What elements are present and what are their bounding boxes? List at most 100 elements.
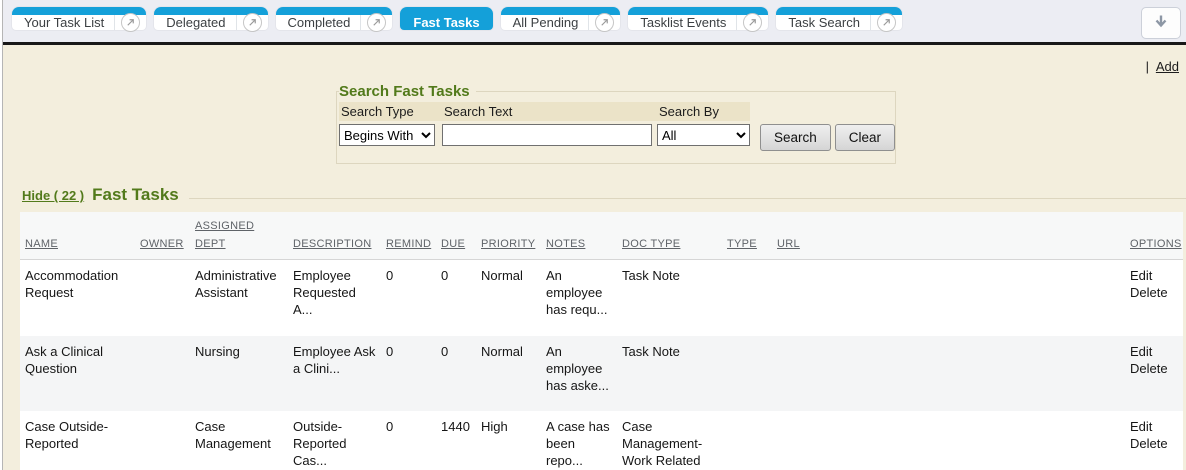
cell-options: Edit Delete bbox=[1125, 260, 1183, 336]
app-root: Your Task List Delegated Completed bbox=[3, 0, 1186, 470]
delete-link[interactable]: Delete bbox=[1130, 435, 1178, 452]
cell-remind: 0 bbox=[381, 411, 436, 470]
cell-remind: 0 bbox=[381, 260, 436, 336]
tab-popout-button[interactable] bbox=[588, 15, 620, 30]
more-tabs-button[interactable] bbox=[1141, 7, 1181, 39]
tab-label: Completed bbox=[276, 15, 361, 30]
cell-due: 0 bbox=[436, 260, 476, 336]
cell-options: Edit Delete bbox=[1125, 336, 1183, 411]
search-text-input[interactable] bbox=[442, 124, 652, 146]
cell-type bbox=[722, 336, 772, 411]
tab-label: Fast Tasks bbox=[400, 15, 492, 30]
table-row: Accommodation Request Administrative Ass… bbox=[20, 260, 1183, 336]
cell-description: Outside-Reported Cas... bbox=[288, 411, 381, 470]
cell-type bbox=[722, 260, 772, 336]
tab-all-pending[interactable]: All Pending bbox=[501, 7, 621, 30]
column-header-remind[interactable]: REMIND bbox=[386, 238, 431, 250]
tab-popout-button[interactable] bbox=[870, 15, 902, 30]
delete-link[interactable]: Delete bbox=[1130, 284, 1178, 301]
tab-label: All Pending bbox=[501, 15, 589, 30]
tab-label: Tasklist Events bbox=[628, 15, 736, 30]
column-header-priority[interactable]: PRIORITY bbox=[481, 238, 535, 250]
cell-owner bbox=[135, 336, 190, 411]
cell-doc-type: Task Note bbox=[617, 260, 722, 336]
tab-bar: Your Task List Delegated Completed bbox=[3, 0, 1186, 42]
search-type-select[interactable]: Begins With bbox=[339, 124, 435, 146]
column-header-due[interactable]: DUE bbox=[441, 238, 465, 250]
page-content: | Add Search Fast Tasks Search Type Sear… bbox=[3, 45, 1186, 470]
edit-link[interactable]: Edit bbox=[1130, 418, 1178, 435]
cell-priority: Normal bbox=[476, 336, 541, 411]
tab-completed[interactable]: Completed bbox=[276, 7, 393, 30]
tab-delegated[interactable]: Delegated bbox=[154, 7, 267, 30]
column-header-doc-type[interactable]: DOC TYPE bbox=[622, 238, 680, 250]
fast-tasks-table-container: NAME OWNER ASSIGNED DEPT DESCRIPTION REM… bbox=[20, 212, 1183, 470]
cell-assigned-dept: Case Management bbox=[190, 411, 288, 470]
column-header-type[interactable]: TYPE bbox=[727, 238, 757, 250]
column-header-options[interactable]: OPTIONS bbox=[1130, 238, 1182, 250]
tab-popout-button[interactable] bbox=[360, 15, 392, 30]
search-form: Search Type Search Text Search By Begins… bbox=[339, 102, 895, 151]
tab-popout-button[interactable] bbox=[736, 15, 768, 30]
table-row: Case Outside-Reported Case Management Ou… bbox=[20, 411, 1183, 470]
tab-popout-button[interactable] bbox=[236, 15, 268, 30]
search-buttons: Search Clear bbox=[750, 124, 895, 151]
column-header-url[interactable]: URL bbox=[777, 238, 800, 250]
open-new-window-icon bbox=[877, 13, 896, 32]
tab-label: Delegated bbox=[154, 15, 235, 30]
cell-url bbox=[772, 411, 1125, 470]
open-new-window-icon bbox=[743, 13, 762, 32]
search-label-spacer bbox=[750, 102, 895, 121]
cell-url bbox=[772, 260, 1125, 336]
open-new-window-icon bbox=[121, 13, 140, 32]
cell-remind: 0 bbox=[381, 336, 436, 411]
cell-description: Employee Ask a Clini... bbox=[288, 336, 381, 411]
tab-task-search[interactable]: Task Search bbox=[776, 7, 902, 30]
add-link[interactable]: Add bbox=[1156, 59, 1179, 74]
column-header-owner[interactable]: OWNER bbox=[140, 238, 184, 250]
window-frame-line bbox=[2, 0, 3, 470]
cell-notes: A case has been repo... bbox=[541, 411, 617, 470]
tab-tasklist-events[interactable]: Tasklist Events bbox=[628, 7, 768, 30]
column-header-notes[interactable]: NOTES bbox=[546, 238, 585, 250]
cell-priority: Normal bbox=[476, 260, 541, 336]
fast-tasks-section-header: Hide ( 22 ) Fast Tasks bbox=[22, 185, 1186, 205]
fast-tasks-table: NAME OWNER ASSIGNED DEPT DESCRIPTION REM… bbox=[20, 212, 1183, 470]
open-new-window-icon bbox=[367, 13, 386, 32]
search-button[interactable]: Search bbox=[760, 124, 831, 151]
edit-link[interactable]: Edit bbox=[1130, 267, 1178, 284]
cell-url bbox=[772, 336, 1125, 411]
column-header-description[interactable]: DESCRIPTION bbox=[293, 238, 371, 250]
search-text-label: Search Text bbox=[442, 102, 657, 121]
cell-owner bbox=[135, 411, 190, 470]
cell-options: Edit Delete bbox=[1125, 411, 1183, 470]
section-rule bbox=[189, 198, 1186, 199]
table-row: Ask a Clinical Question Nursing Employee… bbox=[20, 336, 1183, 411]
clear-button[interactable]: Clear bbox=[835, 124, 895, 151]
tab-fast-tasks[interactable]: Fast Tasks bbox=[400, 7, 492, 30]
search-type-label: Search Type bbox=[339, 102, 442, 121]
down-arrow-icon bbox=[1153, 13, 1169, 34]
tab-label: Task Search bbox=[776, 15, 870, 30]
tab-label: Your Task List bbox=[12, 15, 114, 30]
hide-count-link[interactable]: Hide ( 22 ) bbox=[22, 188, 84, 203]
cell-owner bbox=[135, 260, 190, 336]
tab-popout-button[interactable] bbox=[114, 15, 146, 30]
column-header-name[interactable]: NAME bbox=[25, 238, 58, 250]
cell-doc-type: Case Management-Work Related Note bbox=[617, 411, 722, 470]
cell-priority: High bbox=[476, 411, 541, 470]
table-header-row: NAME OWNER ASSIGNED DEPT DESCRIPTION REM… bbox=[20, 212, 1183, 260]
tab-your-task-list[interactable]: Your Task List bbox=[12, 7, 146, 30]
search-by-select[interactable]: All bbox=[657, 124, 750, 146]
section-title: Fast Tasks bbox=[92, 185, 179, 205]
cell-notes: An employee has requ... bbox=[541, 260, 617, 336]
column-header-assigned-dept[interactable]: ASSIGNED DEPT bbox=[195, 220, 254, 250]
cell-due: 1440 bbox=[436, 411, 476, 470]
cell-description: Employee Requested A... bbox=[288, 260, 381, 336]
search-panel-title: Search Fast Tasks bbox=[339, 83, 476, 100]
tab-strip: Your Task List Delegated Completed bbox=[12, 7, 902, 30]
cell-due: 0 bbox=[436, 336, 476, 411]
cell-name: Case Outside-Reported bbox=[20, 411, 135, 470]
edit-link[interactable]: Edit bbox=[1130, 343, 1178, 360]
delete-link[interactable]: Delete bbox=[1130, 360, 1178, 377]
